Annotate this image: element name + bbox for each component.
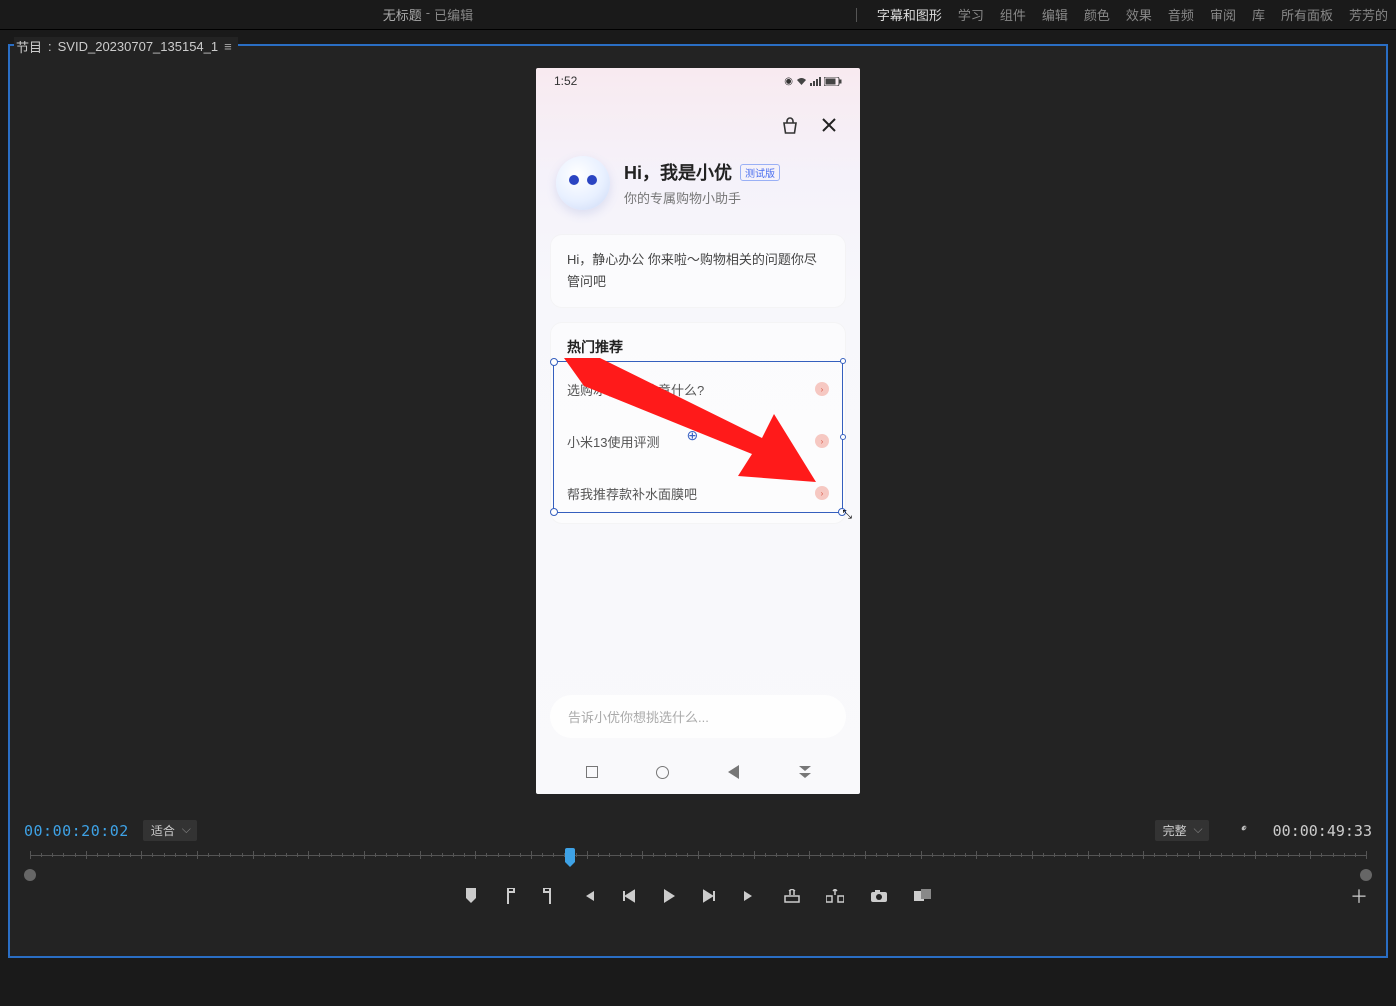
transport-controls: ＋ — [10, 879, 1386, 913]
extract-button[interactable] — [826, 889, 844, 903]
export-frame-button[interactable] — [870, 889, 888, 903]
lift-button[interactable] — [784, 889, 800, 903]
panel-menu-icon[interactable]: ≡ — [224, 43, 236, 50]
eye-icon: ◉ — [784, 76, 793, 87]
workspace-all-panels[interactable]: 所有面板 — [1281, 5, 1333, 24]
workspace-library[interactable]: 库 — [1252, 5, 1265, 24]
battery-icon — [824, 77, 842, 86]
nav-back-icon[interactable] — [724, 762, 744, 782]
recommendations-card: 热门推荐 选购冰箱应该注意什么? › 小米13使用评测 › 帮我推荐款补水面膜吧… — [550, 322, 846, 524]
basket-icon[interactable] — [780, 116, 800, 136]
red-arrow-graphic[interactable] — [564, 358, 816, 490]
comparison-view-button[interactable] — [914, 889, 932, 903]
total-duration: 00:00:49:33 — [1273, 822, 1372, 840]
resize-handle-ne[interactable] — [840, 358, 846, 364]
current-timecode[interactable]: 00:00:20:02 — [24, 822, 129, 840]
nav-home-icon[interactable] — [653, 762, 673, 782]
workspace-edit[interactable]: 编辑 — [1042, 5, 1068, 24]
mark-in-button[interactable] — [504, 888, 516, 904]
graphic-selection-box[interactable]: ⊕ ⤡ — [553, 361, 843, 513]
window-title-section: 无标题 - 已编辑 — [0, 5, 856, 24]
workspace-assembly[interactable]: 组件 — [1000, 5, 1026, 24]
greeting-row: Hi，我是小优 测试版 你的专属购物小助手 — [536, 146, 860, 220]
workspace-divider — [856, 8, 857, 22]
close-icon[interactable] — [820, 116, 838, 136]
anchor-point-icon[interactable]: ⊕ — [686, 427, 698, 444]
workspace-effects[interactable]: 效果 — [1126, 5, 1152, 24]
step-forward-button[interactable] — [702, 889, 716, 903]
nav-dropdown-icon[interactable] — [795, 762, 815, 782]
button-editor-icon[interactable]: ＋ — [1350, 883, 1368, 909]
workspace-review[interactable]: 审阅 — [1210, 5, 1236, 24]
chat-input-placeholder: 告诉小优你想挑选什么... — [568, 710, 709, 725]
beta-badge: 测试版 — [740, 164, 780, 181]
resolution-select[interactable]: 完整 — [1155, 820, 1209, 841]
phone-statusbar: 1:52 ◉ — [536, 68, 860, 88]
step-back-button[interactable] — [622, 889, 636, 903]
mark-out-button[interactable] — [542, 888, 554, 904]
time-controls-row: 00:00:20:02 适合 完整 00:00:49:33 — [10, 816, 1386, 845]
program-monitor-panel: 节目: SVID_20230707_135154_1 ≡ 1:52 ◉ — [8, 44, 1388, 958]
program-viewport[interactable]: 1:52 ◉ — [10, 46, 1386, 816]
greeting-subtitle: 你的专属购物小助手 — [624, 188, 780, 207]
wifi-icon — [796, 77, 807, 86]
resize-handle-sw[interactable] — [550, 508, 558, 516]
window-title: 无标题 — [383, 5, 422, 24]
workspace-audio[interactable]: 音频 — [1168, 5, 1194, 24]
bot-avatar — [556, 156, 610, 210]
workspace-captions-graphics[interactable]: 字幕和图形 — [877, 5, 942, 24]
resize-cursor-icon: ⤡ — [842, 507, 852, 522]
go-to-out-button[interactable] — [742, 889, 758, 903]
panel-header[interactable]: 节目: SVID_20230707_135154_1 ≡ — [14, 37, 238, 56]
workspace-custom[interactable]: 芳芳的 — [1349, 5, 1388, 24]
chat-input[interactable]: 告诉小优你想挑选什么... — [550, 695, 846, 738]
signal-icon — [810, 77, 821, 86]
window-title-sep: - — [426, 5, 430, 24]
resize-handle-e[interactable] — [840, 434, 846, 440]
go-to-in-button[interactable] — [580, 889, 596, 903]
top-menubar: 无标题 - 已编辑 字幕和图形 学习 组件 编辑 颜色 效果 音频 审阅 库 所… — [0, 0, 1396, 30]
resize-handle-nw[interactable] — [550, 358, 558, 366]
greeting-bubble-text: Hi，静心办公 你来啦～购物相关的问题你尽管问吧 — [567, 252, 817, 289]
nav-recent-icon[interactable] — [582, 762, 602, 782]
phone-clock: 1:52 — [554, 74, 577, 88]
phone-status-icons: ◉ — [784, 76, 842, 87]
phone-topbar — [536, 88, 860, 146]
panel-label: 节目 — [16, 37, 42, 56]
window-modified: 已编辑 — [434, 5, 473, 24]
greeting-bubble: Hi，静心办公 你来啦～购物相关的问题你尽管问吧 — [550, 234, 846, 308]
workspace-learn[interactable]: 学习 — [958, 5, 984, 24]
timeline-ruler[interactable] — [24, 849, 1372, 879]
add-marker-button[interactable] — [464, 888, 478, 904]
recommendations-title: 热门推荐 — [567, 337, 829, 357]
android-navbar — [536, 752, 860, 794]
zoom-fit-select[interactable]: 适合 — [143, 820, 197, 841]
phone-mockup: 1:52 ◉ — [536, 68, 860, 794]
workspace-tabs: 字幕和图形 学习 组件 编辑 颜色 效果 音频 审阅 库 所有面板 芳芳的 — [856, 5, 1396, 24]
greeting-title: Hi，我是小优 — [624, 159, 732, 185]
playhead[interactable] — [565, 848, 575, 862]
settings-wrench-icon[interactable] — [1233, 823, 1249, 839]
play-button[interactable] — [662, 888, 676, 904]
workspace-color[interactable]: 颜色 — [1084, 5, 1110, 24]
panel-project-name: SVID_20230707_135154_1 — [58, 39, 218, 54]
